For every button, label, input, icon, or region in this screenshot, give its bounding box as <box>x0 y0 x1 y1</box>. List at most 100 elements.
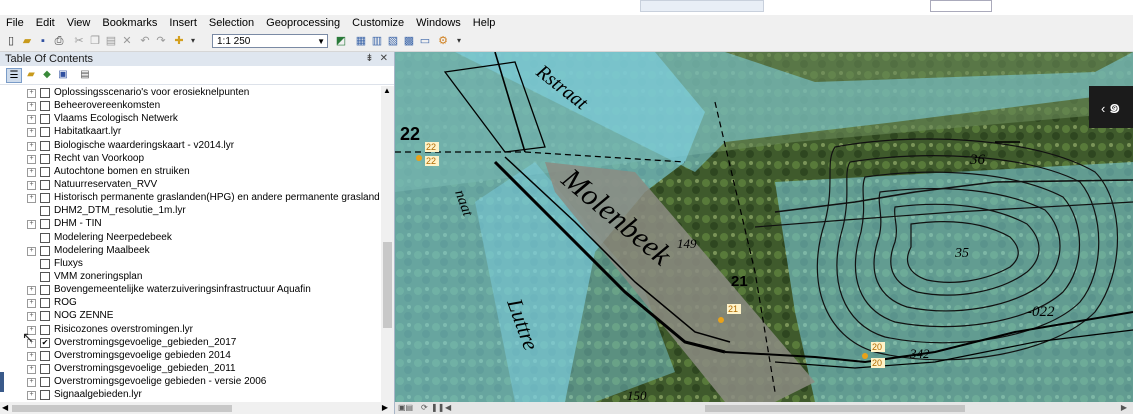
expand-icon[interactable]: + <box>27 378 36 388</box>
menu-customize[interactable]: Customize <box>346 15 410 31</box>
open-folder-icon[interactable]: ▰ <box>20 34 34 48</box>
layout-view-icon[interactable]: ▣▤ <box>398 403 413 412</box>
menu-geoprocessing[interactable]: Geoprocessing <box>260 15 346 31</box>
layer-visibility-checkbox[interactable] <box>40 298 50 309</box>
expand-icon[interactable]: + <box>27 194 36 204</box>
list-by-selection-icon[interactable]: ▣ <box>56 68 70 81</box>
add-data-dropdown-icon[interactable]: ▾ <box>186 34 200 48</box>
paste-icon[interactable]: ▤ <box>104 34 118 48</box>
marker-point[interactable] <box>416 155 422 161</box>
layer-visibility-checkbox[interactable] <box>40 350 50 361</box>
chevron-down-icon[interactable]: ▼ <box>317 35 325 49</box>
pin-icon[interactable]: ⇟ <box>365 53 373 64</box>
cut-icon[interactable]: ✂ <box>72 34 86 48</box>
chevron-left-icon[interactable]: ◀ <box>445 403 451 412</box>
layer-visibility-checkbox[interactable] <box>40 232 50 243</box>
toc-vertical-scrollbar[interactable]: ▲ ▼ <box>381 86 394 412</box>
menu-bookmarks[interactable]: Bookmarks <box>96 15 163 31</box>
pause-icon[interactable]: ❚❚ <box>431 403 444 412</box>
layer-row[interactable]: + Risicozones overstromingen.lyr <box>0 323 380 336</box>
expand-icon[interactable]: + <box>27 141 36 151</box>
menu-selection[interactable]: Selection <box>203 15 260 31</box>
delete-icon[interactable]: ✕ <box>120 34 134 48</box>
arctoolbox-icon[interactable]: ▩ <box>402 34 416 48</box>
layer-row[interactable]: + Natuurreservaten_RVV <box>0 178 380 191</box>
toolbar-options-icon[interactable]: ▾ <box>452 34 466 48</box>
layer-visibility-checkbox[interactable] <box>40 311 50 322</box>
save-icon[interactable]: ▪ <box>36 34 50 48</box>
layer-visibility-checkbox[interactable] <box>40 390 50 401</box>
layer-row[interactable]: + Oplossingsscenario's voor erosieknelpun… <box>0 86 380 99</box>
layer-row[interactable]: + Autochtone bomen en struiken <box>0 165 380 178</box>
side-panel-toggle[interactable]: ‹ ๑ <box>1089 86 1133 128</box>
options-icon[interactable]: ▤ <box>78 68 92 81</box>
toc-window-icon[interactable]: ▦ <box>354 34 368 48</box>
menu-help[interactable]: Help <box>467 15 502 31</box>
layer-row[interactable]: + Overstromingsgevoelige gebieden - versi… <box>0 375 380 388</box>
layer-visibility-checkbox[interactable] <box>40 363 50 374</box>
menu-edit[interactable]: Edit <box>30 15 61 31</box>
marker-point[interactable] <box>718 317 724 323</box>
layer-row[interactable]: + Biologische waarderingskaart - v2014.ly… <box>0 139 380 152</box>
layer-row[interactable]: + Modelering Maalbeek <box>0 244 380 257</box>
layer-visibility-checkbox[interactable] <box>40 324 50 335</box>
layer-row[interactable]: + Overstromingsgevoelige gebieden 2014 <box>0 349 380 362</box>
expand-icon[interactable]: + <box>27 391 36 401</box>
layer-visibility-checkbox[interactable] <box>40 140 50 151</box>
layer-visibility-checkbox[interactable] <box>40 127 50 138</box>
toc-horizontal-scrollbar[interactable]: ◀ ▶ <box>0 402 394 414</box>
layer-row[interactable]: + Signaalgebieden.lyr <box>0 388 380 401</box>
layer-visibility-checkbox[interactable] <box>40 271 50 282</box>
layer-row[interactable]: + Vlaams Ecologisch Netwerk <box>0 112 380 125</box>
layer-row[interactable]: + Historisch permanente graslanden(HPG) e… <box>0 191 380 204</box>
expand-icon[interactable]: + <box>27 351 36 361</box>
expand-icon[interactable]: + <box>27 286 36 296</box>
expand-icon[interactable]: + <box>27 246 36 256</box>
layer-row[interactable]: Modelering Neerpedebeek <box>0 231 380 244</box>
layer-row[interactable]: VMM zoneringsplan <box>0 270 380 283</box>
marker-point[interactable] <box>862 353 868 359</box>
layer-visibility-checkbox[interactable] <box>40 377 50 388</box>
expand-icon[interactable]: + <box>27 154 36 164</box>
search-window-icon[interactable]: ▧ <box>386 34 400 48</box>
list-by-drawing-order-icon[interactable]: ☰ <box>6 68 22 83</box>
layer-visibility-checkbox[interactable] <box>40 166 50 177</box>
expand-icon[interactable]: + <box>27 167 36 177</box>
layer-visibility-checkbox[interactable] <box>40 206 50 217</box>
layer-row[interactable]: + NOG ZENNE <box>0 309 380 322</box>
redo-icon[interactable]: ↷ <box>154 34 168 48</box>
model-builder-icon[interactable]: ⚙ <box>436 34 450 48</box>
layer-visibility-checkbox[interactable] <box>40 193 50 204</box>
python-window-icon[interactable]: ▭ <box>418 34 432 48</box>
layer-row[interactable]: + Beheerovereenkomsten <box>0 99 380 112</box>
scroll-thumb[interactable] <box>12 405 232 412</box>
new-document-icon[interactable]: ▯ <box>4 34 18 48</box>
expand-icon[interactable]: + <box>27 364 36 374</box>
chevron-up-icon[interactable]: ▲ <box>383 86 391 95</box>
layer-row[interactable]: + ROG <box>0 296 380 309</box>
layer-visibility-checkbox[interactable] <box>40 88 50 98</box>
editor-toolbar-icon[interactable]: ◩ <box>334 34 348 48</box>
menu-view[interactable]: View <box>61 15 97 31</box>
chevron-right-icon[interactable]: ▶ <box>382 403 388 412</box>
layer-visibility-checkbox[interactable] <box>40 219 50 230</box>
layer-row[interactable]: + DHM - TIN <box>0 217 380 230</box>
map-scale-input[interactable]: 1:1 250 ▼ <box>212 34 328 48</box>
layer-row[interactable]: DHM2_DTM_resolutie_1m.lyr <box>0 204 380 217</box>
layer-visibility-checkbox[interactable] <box>40 258 50 269</box>
expand-icon[interactable]: + <box>27 299 36 309</box>
catalog-window-icon[interactable]: ▥ <box>370 34 384 48</box>
layer-visibility-checkbox[interactable] <box>40 153 50 164</box>
chevron-right-icon[interactable]: ▶ <box>1121 403 1127 412</box>
copy-icon[interactable]: ❐ <box>88 34 102 48</box>
expand-icon[interactable]: + <box>27 102 36 112</box>
refresh-icon[interactable]: ⟳ <box>421 403 428 412</box>
expand-icon[interactable]: + <box>27 115 36 125</box>
expand-icon[interactable]: + <box>27 220 36 230</box>
list-by-source-icon[interactable]: ▰ <box>24 68 38 81</box>
chevron-left-icon[interactable]: ◀ <box>2 403 8 412</box>
layer-visibility-checkbox[interactable] <box>40 114 50 125</box>
scroll-thumb[interactable] <box>383 242 392 328</box>
layer-row[interactable]: + Overstromingsgevoelige_gebieden_2011 <box>0 362 380 375</box>
expand-icon[interactable]: + <box>27 180 36 190</box>
